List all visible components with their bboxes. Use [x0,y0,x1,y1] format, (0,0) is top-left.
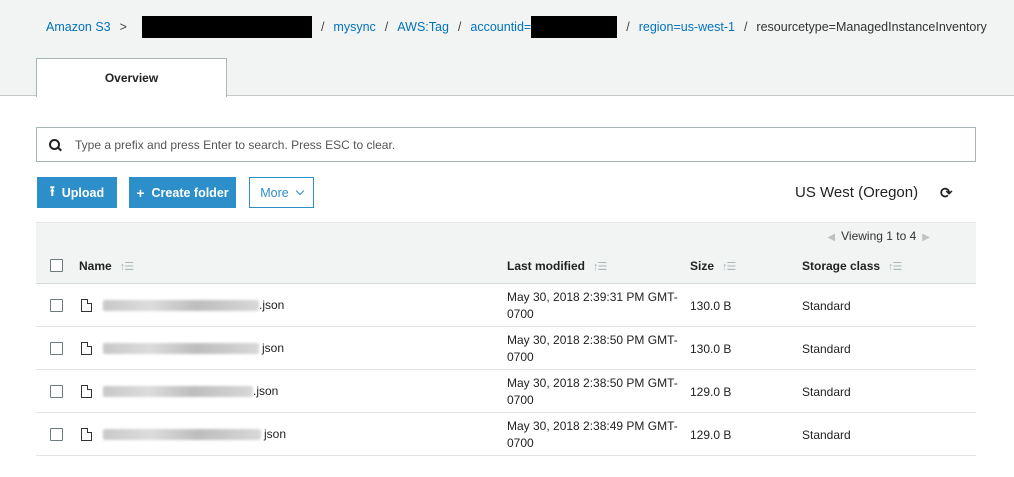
create-folder-label: Create folder [151,185,229,200]
blurred-filename [103,386,253,397]
breadcrumb-separator: / [743,20,748,34]
chevron-down-icon [295,186,304,195]
file-name[interactable]: .json [253,384,278,398]
search-input[interactable] [75,137,935,152]
redacted-bucket-name [141,16,312,38]
last-modified-cell: May 30, 2018 2:38:49 PM GMT- 0700 [507,419,678,450]
prev-page-icon[interactable]: ◀ [827,232,835,243]
file-name[interactable]: json [264,427,286,441]
storage-class-cell: Standard [802,428,851,442]
row-checkbox[interactable] [50,342,63,355]
breadcrumb-amazon-s3[interactable]: Amazon S3 [46,20,111,34]
file-icon [81,299,92,312]
plus-icon: + [136,184,145,201]
table-row[interactable]: json May 30, 2018 2:38:50 PM GMT- 0700 13… [36,327,976,370]
column-size[interactable]: Size ↑☰ [690,259,736,273]
column-storage-label: Storage class [802,259,881,273]
storage-class-cell: Standard [802,342,851,356]
pagination: ◀ Viewing 1 to 4 ▶ [821,229,936,243]
viewing-count: Viewing 1 to 4 [841,229,917,243]
upload-button[interactable]: ⭱ Upload [37,177,117,208]
create-folder-button[interactable]: + Create folder [129,177,236,208]
pagination-bar: ◀ Viewing 1 to 4 ▶ [36,222,976,248]
file-icon [81,342,92,355]
select-all-checkbox[interactable] [50,259,63,272]
row-checkbox[interactable] [50,385,63,398]
blurred-filename [103,343,259,354]
sort-icon[interactable]: ↑☰ [120,260,134,273]
last-modified-cell: May 30, 2018 2:38:50 PM GMT- 0700 [507,376,678,407]
breadcrumb-separator: / [626,20,630,34]
row-checkbox[interactable] [50,428,63,441]
file-name[interactable]: .json [259,298,284,312]
sort-icon[interactable]: ↑☰ [593,260,607,273]
storage-class-cell: Standard [802,299,851,313]
top-bar: Amazon S3 > / mysync / AWS:Tag / account… [0,0,1014,97]
refresh-icon[interactable]: ⟳ [940,186,953,201]
size-cell: 130.0 B [690,299,732,313]
file-name[interactable]: json [262,341,284,355]
row-checkbox[interactable] [50,299,63,312]
breadcrumb-aws-tag[interactable]: AWS:Tag [397,20,449,34]
upload-icon: ⭱ [49,182,55,199]
breadcrumb-separator: > [119,20,127,34]
size-cell: 129.0 B [690,385,732,399]
blurred-filename [103,429,261,440]
breadcrumb-current: resourcetype=ManagedInstanceInventory [756,20,987,34]
breadcrumb-separator: / [320,20,325,34]
column-name[interactable]: Name ↑☰ [79,259,134,273]
column-size-label: Size [690,259,715,273]
sort-icon[interactable]: ↑☰ [722,260,736,273]
breadcrumb-separator: / [457,20,462,34]
table-header: Name ↑☰ Last modified ↑☰ Size ↑☰ Storage cl… [36,248,976,284]
more-label: More [260,185,289,200]
table-row[interactable]: json May 30, 2018 2:38:49 PM GMT- 0700 12… [36,413,976,456]
breadcrumb-accountid[interactable]: accountid= [470,20,531,34]
file-icon [81,385,92,398]
sort-icon[interactable]: ↑☰ [888,260,902,273]
column-modified-label: Last modified [507,259,586,273]
size-cell: 130.0 B [690,342,732,356]
next-page-icon[interactable]: ▶ [922,232,930,243]
breadcrumb-region[interactable]: region=us-west-1 [639,20,735,34]
search-box[interactable] [36,127,976,162]
upload-label: Upload [61,185,105,200]
size-cell: 129.0 B [690,428,732,442]
more-button[interactable]: More [249,177,314,208]
storage-class-cell: Standard [802,385,851,399]
column-last-modified[interactable]: Last modified ↑☰ [507,259,607,273]
search-icon [49,138,61,151]
redacted-account-id [531,16,618,38]
last-modified-cell: May 30, 2018 2:38:50 PM GMT- 0700 [507,333,678,364]
last-modified-cell: May 30, 2018 2:39:31 PM GMT- 0700 [507,290,678,321]
region-label: US West (Oregon) [795,184,919,201]
table-row[interactable]: .json May 30, 2018 2:38:50 PM GMT- 0700 1… [36,370,976,413]
breadcrumb-separator: / [384,20,389,34]
column-name-label: Name [79,259,112,273]
breadcrumb-mysync[interactable]: mysync [333,20,375,34]
file-icon [81,428,92,441]
column-storage-class[interactable]: Storage class ↑☰ [802,259,902,273]
tab-overview[interactable]: Overview [36,58,227,97]
blurred-filename [103,300,259,311]
table-row[interactable]: .json May 30, 2018 2:39:31 PM GMT- 0700 1… [36,284,976,327]
breadcrumb: Amazon S3 > / mysync / AWS:Tag / account… [46,16,987,38]
